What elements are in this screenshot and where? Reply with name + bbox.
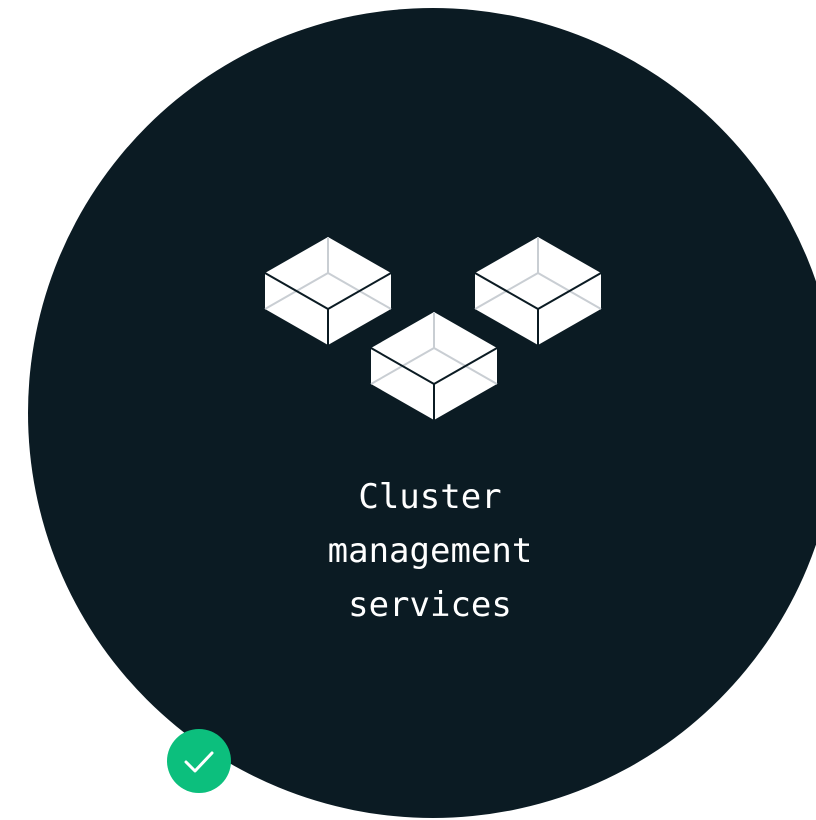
box-icon (369, 310, 499, 422)
graphic-stage: Cluster management services (0, 0, 816, 820)
title-line-1: Cluster (358, 477, 502, 517)
title-line-3: services (348, 585, 512, 625)
checkmark-icon (167, 729, 231, 793)
check-badge (167, 729, 231, 793)
service-title: Cluster management services (280, 470, 580, 632)
title-line-2: management (327, 531, 533, 571)
